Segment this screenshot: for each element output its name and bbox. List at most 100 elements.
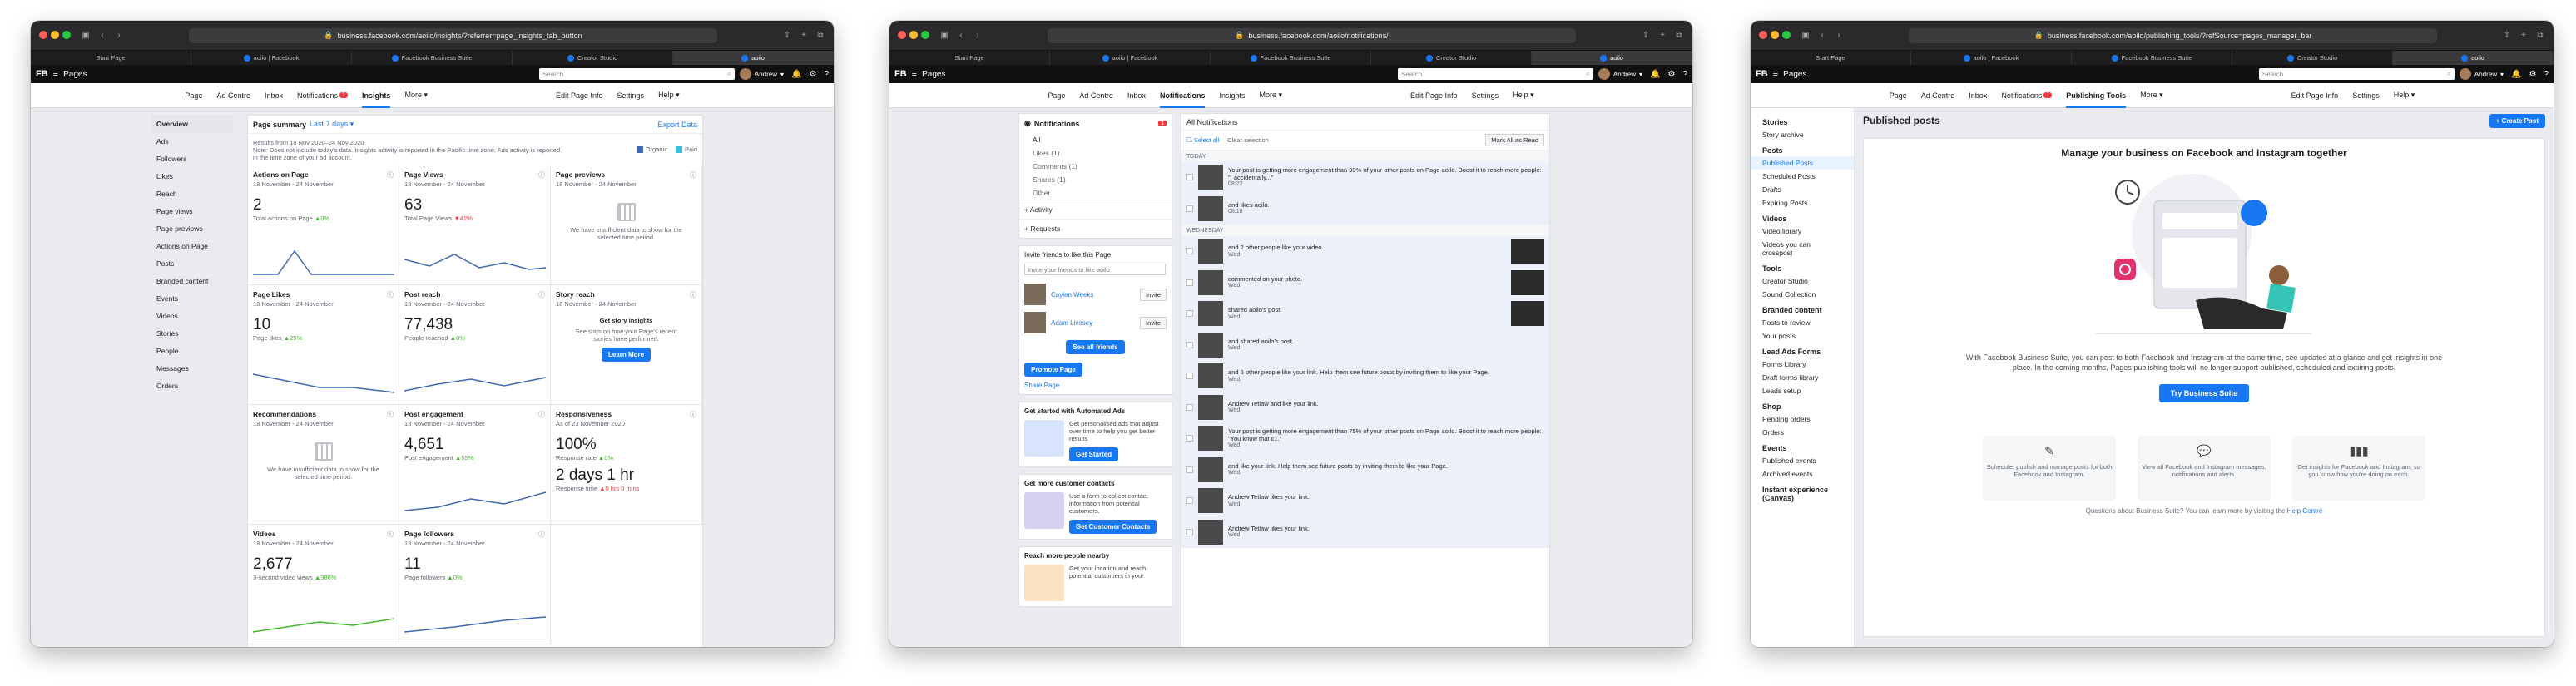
row-checkbox[interactable] [1186, 528, 1193, 535]
sidebar-item-people[interactable]: People [151, 342, 233, 359]
sidebar-item-drafts[interactable]: Drafts [1751, 183, 1854, 196]
minimize-window-button[interactable] [909, 30, 918, 39]
nav-insights[interactable]: Insights [361, 83, 390, 108]
sidebar-item-posts[interactable]: Posts [151, 254, 233, 272]
clear-selection-link[interactable]: Clear selection [1227, 136, 1269, 144]
friend-name[interactable]: Caylen Weeks [1051, 291, 1093, 299]
sidebar-item-likes[interactable]: Likes [151, 167, 233, 185]
sidebar-item-story-archive[interactable]: Story archive [1751, 128, 1854, 141]
row-checkbox[interactable] [1186, 174, 1193, 181]
info-icon[interactable]: ⓘ [387, 290, 394, 299]
sidebar-item-stories[interactable]: Stories [151, 324, 233, 342]
learn-more-button[interactable]: Learn More [601, 348, 651, 362]
user-menu[interactable]: Andrew ▾ [1598, 68, 1642, 80]
nav-notifications[interactable]: Notifications [1159, 83, 1205, 108]
card-post-reach[interactable]: Post reach 18 November - 24 November ⓘ 77… [399, 285, 551, 405]
share-page-link[interactable]: Share Page [1019, 382, 1172, 394]
tab-overview-icon[interactable]: ⧉ [1674, 31, 1684, 41]
nav-edit-page-info[interactable]: Edit Page Info [1410, 83, 1458, 108]
forward-icon[interactable]: › [114, 31, 124, 41]
row-checkbox[interactable] [1186, 466, 1193, 473]
invite-button[interactable]: Invite [1140, 316, 1167, 329]
info-icon[interactable]: ⓘ [387, 530, 394, 539]
user-menu[interactable]: Andrew ▾ [739, 68, 784, 80]
list-item[interactable]: and 2 other people like your video. Wed [1181, 236, 1549, 268]
user-menu[interactable]: Andrew ▾ [2459, 68, 2504, 80]
info-icon[interactable]: ⓘ [538, 290, 545, 299]
gear-icon[interactable]: ⚙ [809, 70, 816, 79]
share-icon[interactable]: ⇪ [782, 31, 792, 41]
sidebar-item-forms-library[interactable]: Forms Library [1751, 358, 1854, 371]
sidebar-item-orders[interactable]: Orders [151, 377, 233, 394]
info-icon[interactable]: ⓘ [387, 170, 394, 180]
info-icon[interactable]: ⓘ [538, 170, 545, 180]
tab-overview-icon[interactable]: ⧉ [2535, 31, 2545, 41]
bell-icon[interactable]: 🔔 [791, 70, 801, 79]
pages-label[interactable]: Pages [922, 70, 945, 79]
filter-other[interactable]: Other [1019, 186, 1172, 200]
list-item[interactable]: Your post is getting more engagement tha… [1181, 423, 1549, 455]
sidebar-item-draft-forms[interactable]: Draft forms library [1751, 371, 1854, 384]
gear-icon[interactable]: ⚙ [1667, 70, 1675, 79]
tab-overview-icon[interactable]: ⧉ [815, 31, 825, 41]
info-icon[interactable]: ⓘ [690, 410, 696, 419]
sidebar-item-published-events[interactable]: Published events [1751, 454, 1854, 467]
list-item[interactable]: shared aoilo's post. Wed [1181, 299, 1549, 330]
info-icon[interactable]: ⓘ [690, 290, 696, 299]
nav-page[interactable]: Page [1048, 83, 1065, 108]
minimize-window-button[interactable] [1771, 30, 1779, 39]
date-range-dropdown[interactable]: Last 7 days ▾ [310, 120, 354, 129]
activity-section[interactable]: + Activity [1019, 200, 1172, 219]
sidebar-item-videos[interactable]: Videos [151, 307, 233, 324]
filter-likes[interactable]: Likes (1) [1019, 146, 1172, 160]
friend-name[interactable]: Adam Livesey [1051, 319, 1092, 327]
try-business-suite-button[interactable]: Try Business Suite [2158, 384, 2250, 403]
tab-aoilo-facebook[interactable]: aoilo | Facebook [191, 51, 352, 65]
sidebar-item-events[interactable]: Events [151, 289, 233, 307]
address-bar[interactable]: 🔒 business.facebook.com/aoilo/notificatio… [1048, 27, 1576, 43]
nav-settings[interactable]: Settings [617, 83, 645, 108]
tab-aoilo-facebook[interactable]: aoilo | Facebook [1911, 51, 2072, 65]
nav-help[interactable]: Help ▾ [1513, 83, 1534, 108]
menu-icon[interactable]: ≡ [53, 69, 58, 79]
filter-shares[interactable]: Shares (1) [1019, 173, 1172, 186]
nav-page[interactable]: Page [185, 83, 202, 108]
zoom-window-button[interactable] [921, 30, 929, 39]
row-checkbox[interactable] [1186, 341, 1193, 348]
sidebar-item-actions[interactable]: Actions on Page [151, 237, 233, 254]
sidebar-icon[interactable]: ▣ [939, 31, 949, 41]
sidebar-icon[interactable]: ▣ [1801, 31, 1811, 41]
nav-settings[interactable]: Settings [2352, 83, 2380, 108]
close-window-button[interactable] [1759, 30, 1767, 39]
promote-page-button[interactable]: Promote Page [1024, 363, 1082, 377]
forward-icon[interactable]: › [1834, 31, 1844, 41]
tab-aoilo-facebook[interactable]: aoilo | Facebook [1050, 51, 1211, 65]
nav-ad-centre[interactable]: Ad Centre [1079, 83, 1113, 108]
list-item[interactable]: commented on your photo. Wed [1181, 267, 1549, 299]
new-tab-icon[interactable]: + [2519, 31, 2529, 41]
sidebar-item-your-posts[interactable]: Your posts [1751, 329, 1854, 343]
tab-creator-studio[interactable]: Creator Studio [1371, 51, 1532, 65]
row-checkbox[interactable] [1186, 279, 1193, 286]
nav-ad-centre[interactable]: Ad Centre [1921, 83, 1955, 108]
help-icon[interactable]: ? [824, 70, 829, 79]
sidebar-icon[interactable]: ▣ [81, 31, 91, 41]
list-item[interactable]: Andrew Tetlaw likes your link. Wed [1181, 516, 1549, 548]
sidebar-group-instant-experience[interactable]: Instant experience (Canvas) [1751, 481, 1854, 504]
invite-friends-input[interactable] [1024, 264, 1166, 275]
nav-more[interactable]: More ▾ [1260, 83, 1283, 108]
nav-page[interactable]: Page [1890, 83, 1907, 108]
nav-ad-centre[interactable]: Ad Centre [216, 83, 250, 108]
list-item[interactable]: and shared aoilo's post. Wed [1181, 329, 1549, 361]
nav-edit-page-info[interactable]: Edit Page Info [2291, 83, 2339, 108]
sidebar-item-leads-setup[interactable]: Leads setup [1751, 384, 1854, 397]
card-actions-on-page[interactable]: Actions on Page 18 November - 24 November… [248, 165, 399, 285]
sidebar-item-messages[interactable]: Messages [151, 359, 233, 377]
new-tab-icon[interactable]: + [799, 31, 809, 41]
get-customer-contacts-button[interactable]: Get Customer Contacts [1069, 520, 1157, 534]
select-all-checkbox[interactable]: ☐ Select all [1186, 136, 1219, 144]
bell-icon[interactable]: 🔔 [1650, 70, 1660, 79]
sidebar-item-ads[interactable]: Ads [151, 132, 233, 150]
filter-all[interactable]: All [1019, 133, 1172, 146]
sidebar-item-creator-studio[interactable]: Creator Studio [1751, 274, 1854, 288]
